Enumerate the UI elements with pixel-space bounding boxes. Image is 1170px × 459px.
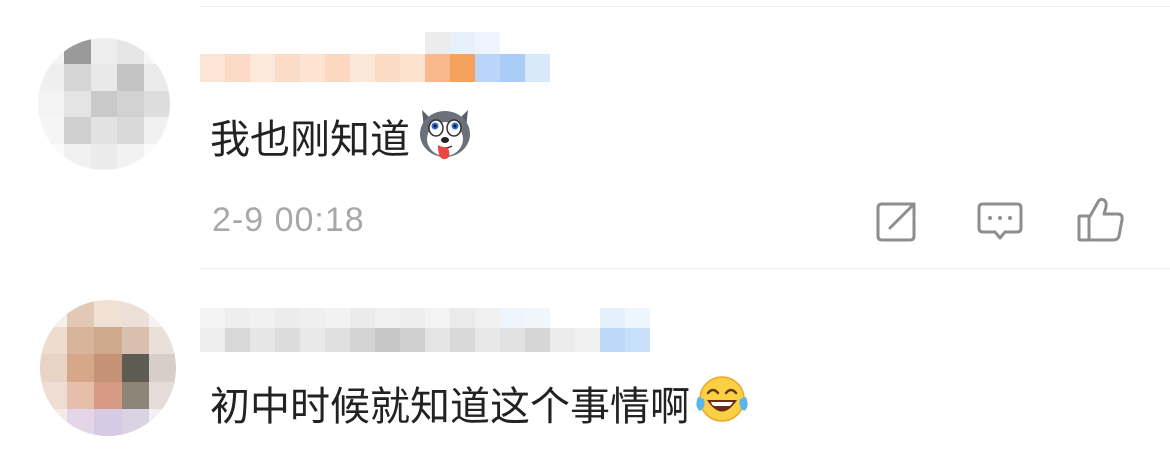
- username[interactable]: [200, 328, 650, 352]
- thumbs-up-icon[interactable]: [1076, 194, 1126, 244]
- comment-text: 初中时候就知道这个事情啊: [210, 383, 690, 430]
- comment-item-2: 初中时候就知道这个事情啊: [0, 270, 1170, 459]
- comment-text: 我也刚知道: [210, 116, 410, 163]
- username[interactable]: [200, 54, 550, 82]
- top-divider: [200, 6, 1170, 7]
- comment-text-row: 初中时候就知道这个事情啊: [210, 373, 750, 440]
- comment-divider: [200, 268, 1170, 269]
- tears-of-joy-emoji: [694, 373, 750, 440]
- husky-dog-face-emoji: [414, 104, 476, 175]
- comment-item-1: 我也刚知道 2-9 00:18: [0, 0, 1170, 270]
- comment-text-row: 我也刚知道: [210, 104, 476, 175]
- avatar[interactable]: [38, 38, 170, 170]
- comment-icon[interactable]: [975, 196, 1025, 246]
- avatar[interactable]: [40, 300, 176, 436]
- share-icon[interactable]: [872, 196, 922, 246]
- timestamp: 2-9 00:18: [212, 201, 365, 239]
- username-blur-top: [200, 308, 650, 328]
- username-blur-top: [425, 32, 500, 54]
